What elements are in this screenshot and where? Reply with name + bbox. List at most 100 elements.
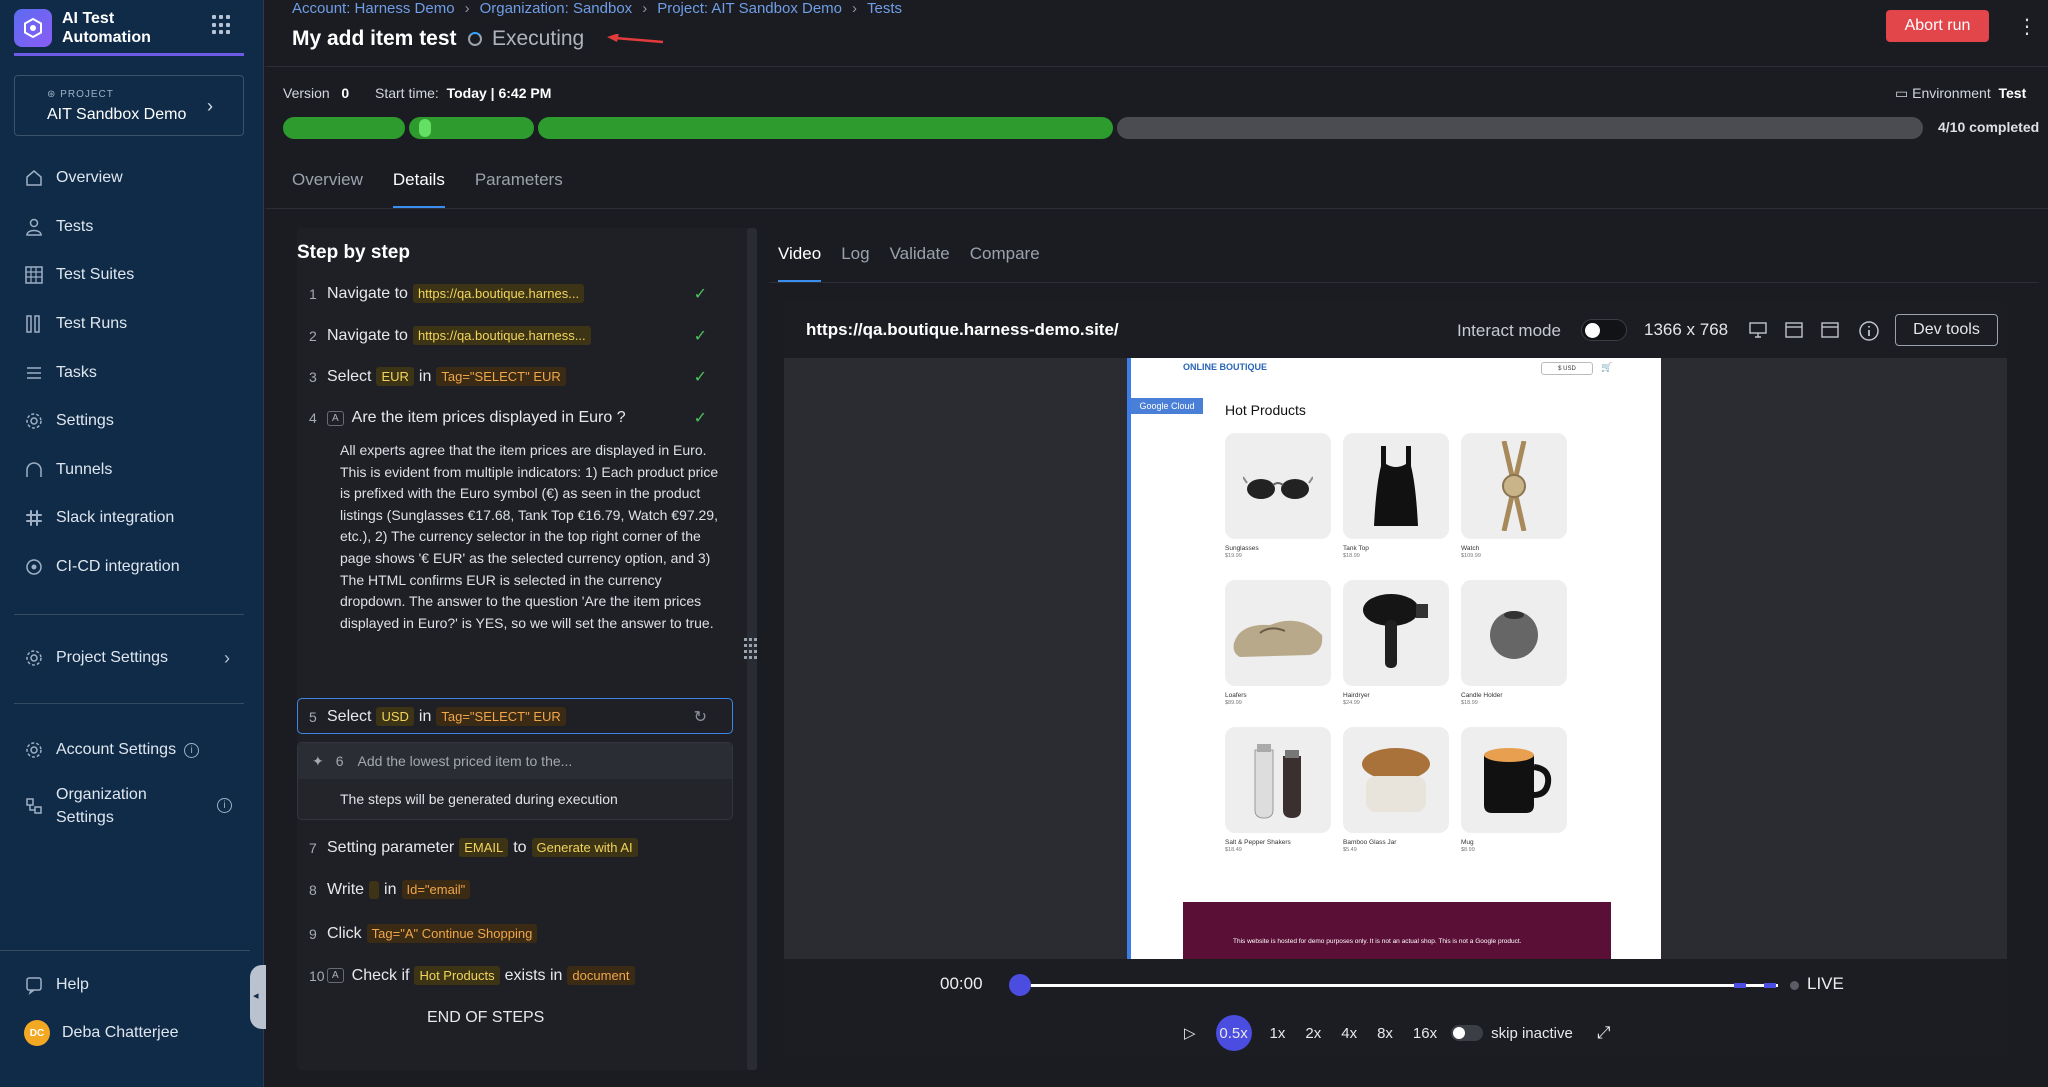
step-3[interactable]: 3 Select EUR in Tag="SELECT" EUR ✓ (297, 367, 737, 386)
step-4-description: All experts agree that the item prices a… (340, 442, 719, 631)
check-icon: ✓ (693, 368, 707, 386)
sidebar-divider (14, 703, 244, 704)
tabs-divider (265, 208, 2048, 209)
sidebar-item-account-settings[interactable]: Account Settings i (14, 726, 244, 775)
skip-inactive-label: skip inactive (1491, 1024, 1573, 1042)
step-8[interactable]: 8 Write in Id="email" (297, 880, 737, 899)
step-6-header: ✦ 6 Add the lowest priced item to the... (298, 743, 732, 779)
fullscreen-icon[interactable]: ⤢ (1597, 1023, 1611, 1043)
info-icon[interactable]: i (217, 798, 232, 814)
current-url: https://qa.boutique.harness-demo.site/ (806, 320, 1119, 339)
steps-title: Step by step (297, 242, 410, 263)
resize-handle-icon[interactable] (744, 638, 758, 660)
step-1[interactable]: 1 Navigate to https://qa.boutique.harnes… (297, 284, 737, 303)
tab-video[interactable]: Video (778, 244, 822, 283)
breadcrumb-project[interactable]: Project: AIT Sandbox Demo (657, 0, 842, 17)
check-icon: ✓ (693, 285, 707, 303)
sidebar-item-overview[interactable]: Overview (14, 154, 244, 203)
sidebar-divider (14, 614, 244, 615)
playback-scrubber[interactable] (1009, 974, 1031, 996)
product-name: Salt & Pepper Shakers (1225, 839, 1291, 846)
product-image (1343, 727, 1449, 833)
breadcrumb-separator: › (464, 0, 470, 17)
sidebar-item-label: Tests (56, 217, 94, 235)
project-selector[interactable]: ⊛ PROJECT AIT Sandbox Demo › (14, 75, 244, 136)
product-card: Bamboo Glass Jar $5.49 (1343, 727, 1449, 853)
sidebar: AI Test Automation ⊛ PROJECT AIT Sandbox… (0, 0, 264, 1087)
breadcrumb-tests[interactable]: Tests (867, 0, 902, 17)
tab-log[interactable]: Log (841, 244, 869, 283)
info-icon[interactable] (1858, 320, 1880, 342)
sidebar-item-help[interactable]: Help (14, 962, 244, 1008)
step-6-pending[interactable]: ✦ 6 Add the lowest priced item to the...… (297, 742, 733, 820)
speed-4x[interactable]: 4x (1341, 1025, 1357, 1042)
tab-overview[interactable]: Overview (292, 170, 363, 209)
breadcrumb-organization[interactable]: Organization: Sandbox (480, 0, 633, 17)
user-profile[interactable]: DC Deba Chatterjee (14, 1008, 244, 1058)
product-image (1225, 580, 1331, 686)
speed-controls: ▷ 0.5x 1x 2x 4x 8x 16x skip inactive ⤢ (1184, 1015, 1610, 1051)
more-options-icon[interactable]: ⋮ (2017, 14, 2037, 39)
progress-remaining (1116, 117, 1923, 139)
product-card: Watch $109.99 (1461, 433, 1567, 559)
step-9[interactable]: 9 Click Tag="A" Continue Shopping (297, 924, 737, 943)
live-label[interactable]: LIVE (1807, 974, 1844, 994)
env-label: Environment (1912, 85, 1991, 101)
tab-compare[interactable]: Compare (970, 244, 1040, 283)
breadcrumb-account[interactable]: Account: Harness Demo (292, 0, 455, 17)
step-7[interactable]: 7 Setting parameter EMAIL to Generate wi… (297, 838, 737, 857)
step-2[interactable]: 2 Navigate to https://qa.boutique.harnes… (297, 326, 737, 345)
sidebar-item-test-suites[interactable]: Test Suites (14, 251, 244, 300)
product-price: $19.99 (1225, 553, 1242, 559)
sidebar-item-cicd[interactable]: CI-CD integration (14, 543, 244, 592)
speed-0.5x[interactable]: 0.5x (1215, 1015, 1252, 1051)
tab-validate[interactable]: Validate (890, 244, 950, 283)
sidebar-item-project-settings[interactable]: Project Settings › (14, 634, 244, 683)
sidebar-item-tunnels[interactable]: Tunnels (14, 446, 244, 495)
product-card: Hairdryer $24.99 (1343, 580, 1449, 706)
step-number: 8 (309, 881, 317, 898)
sidebar-collapse-handle[interactable]: ◂ (250, 965, 266, 1029)
avatar: DC (24, 1020, 50, 1046)
url-bar: https://qa.boutique.harness-demo.site/ I… (784, 302, 2007, 358)
tab-details[interactable]: Details (392, 170, 445, 209)
step-preposition: in (384, 880, 397, 898)
speed-1x[interactable]: 1x (1270, 1025, 1286, 1042)
sidebar-item-test-runs[interactable]: Test Runs (14, 300, 244, 349)
sidebar-item-organization-settings[interactable]: Organization Settings i (14, 775, 244, 837)
interact-mode-toggle[interactable] (1581, 319, 1627, 341)
window-icon[interactable] (1785, 322, 1803, 338)
step-selector-tag: document (567, 966, 635, 985)
play-icon[interactable]: ▷ (1184, 1024, 1196, 1042)
product-card: Salt & Pepper Shakers $18.49 (1225, 727, 1331, 853)
step-4[interactable]: 4 A Are the item prices displayed in Eur… (297, 409, 737, 427)
dev-tools-button[interactable]: Dev tools (1895, 314, 1998, 346)
info-icon[interactable]: i (184, 742, 200, 758)
step-10[interactable]: 10 A Check if Hot Products exists in doc… (297, 966, 737, 985)
product-image (1343, 433, 1449, 539)
apps-grid-icon[interactable] (212, 15, 232, 35)
step-6-note: The steps will be generated during execu… (340, 791, 618, 807)
start-value: Today | 6:42 PM (446, 85, 552, 101)
sidebar-item-tests[interactable]: Tests (14, 203, 244, 252)
speed-8x[interactable]: 8x (1377, 1025, 1393, 1042)
sidebar-item-label: CI-CD integration (56, 558, 180, 576)
tab-parameters[interactable]: Parameters (475, 170, 563, 209)
sparkle-icon: ✦ (312, 752, 324, 769)
sidebar-item-tasks[interactable]: Tasks (14, 348, 244, 397)
sidebar-item-settings[interactable]: Settings (14, 397, 244, 446)
sidebar-item-slack[interactable]: Slack integration (14, 494, 244, 543)
step-5[interactable]: 5 Select USD in Tag="SELECT" EUR ↻ (297, 707, 737, 726)
product-image (1461, 727, 1567, 833)
desktop-icon[interactable] (1749, 322, 1767, 338)
product-card: Candle Holder $18.99 (1461, 580, 1567, 706)
speed-2x[interactable]: 2x (1305, 1025, 1321, 1042)
runs-icon (24, 314, 44, 334)
skip-inactive-toggle[interactable] (1451, 1025, 1484, 1041)
window-icon[interactable] (1821, 322, 1839, 338)
abort-run-button[interactable]: Abort run (1886, 10, 1989, 42)
product-price: $18.49 (1225, 847, 1242, 853)
progress-bar (283, 117, 1923, 139)
speed-16x[interactable]: 16x (1413, 1025, 1437, 1042)
playback-track[interactable] (1018, 984, 1778, 987)
